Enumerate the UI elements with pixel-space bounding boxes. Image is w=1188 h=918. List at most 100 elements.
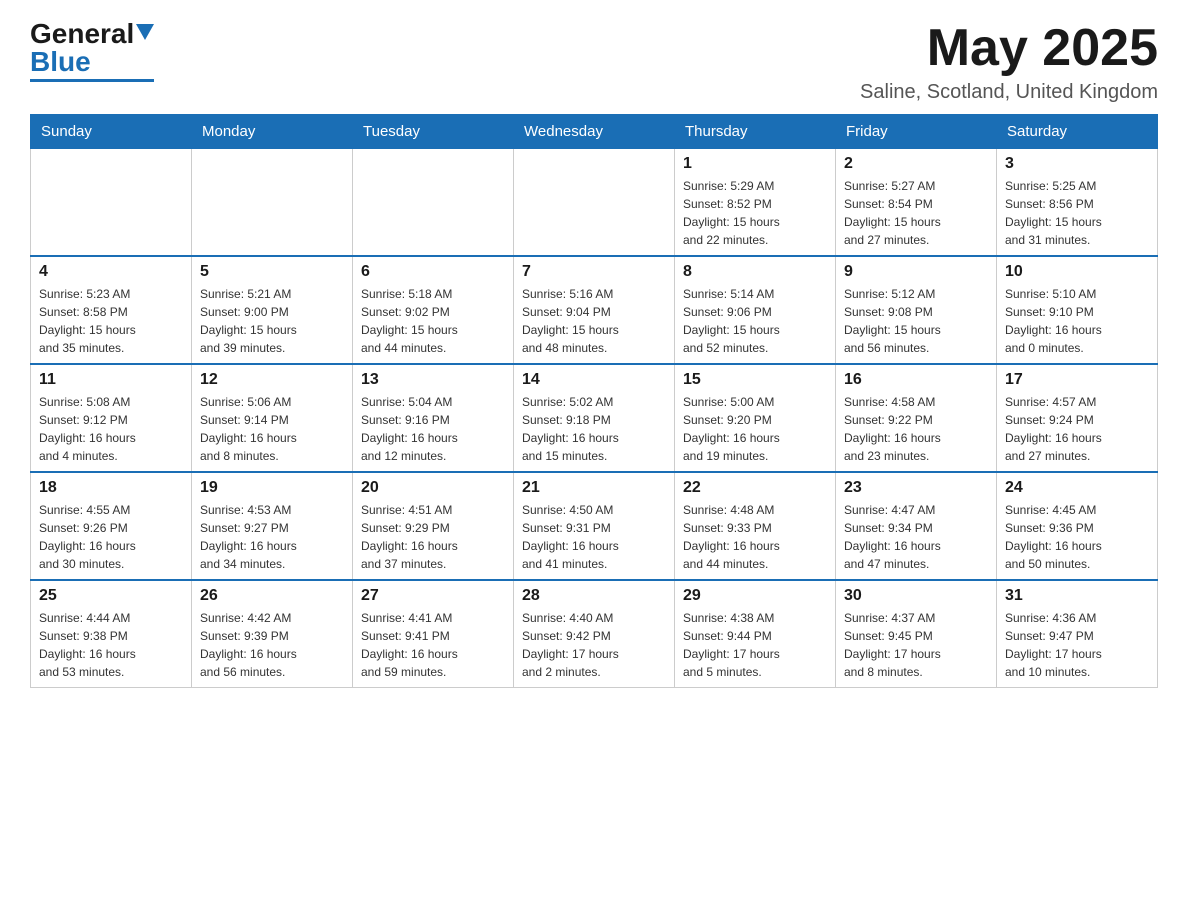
- day-number: 11: [39, 371, 183, 389]
- column-header-sunday: Sunday: [31, 115, 192, 149]
- day-info: Sunrise: 4:38 AM Sunset: 9:44 PM Dayligh…: [683, 609, 827, 681]
- calendar-table: SundayMondayTuesdayWednesdayThursdayFrid…: [30, 114, 1158, 688]
- day-number: 1: [683, 155, 827, 173]
- day-number: 12: [200, 371, 344, 389]
- day-info: Sunrise: 4:44 AM Sunset: 9:38 PM Dayligh…: [39, 609, 183, 681]
- day-number: 26: [200, 587, 344, 605]
- column-header-tuesday: Tuesday: [353, 115, 514, 149]
- calendar-cell: 21Sunrise: 4:50 AM Sunset: 9:31 PM Dayli…: [514, 472, 675, 580]
- calendar-cell: 15 Sunrise: 5:00 AM Sunset: 9:20 PM Dayli…: [675, 364, 836, 472]
- day-info: Sunrise: 4:37 AM Sunset: 9:45 PM Dayligh…: [844, 609, 988, 681]
- day-number: 14: [522, 371, 666, 389]
- calendar-cell: 18 Sunrise: 4:55 AM Sunset: 9:26 PM Dayli…: [31, 472, 192, 580]
- logo-triangle-icon: [136, 24, 154, 40]
- day-number: 6: [361, 263, 505, 281]
- day-info: Sunrise: 4:42 AM Sunset: 9:39 PM Dayligh…: [200, 609, 344, 681]
- day-number: 17: [1005, 371, 1149, 389]
- calendar-cell: 11 Sunrise: 5:08 AM Sunset: 9:12 PM Dayli…: [31, 364, 192, 472]
- calendar-cell: 27 Sunrise: 4:41 AM Sunset: 9:41 PM Dayli…: [353, 580, 514, 688]
- calendar-cell: 22 Sunrise: 4:48 AM Sunset: 9:33 PM Dayli…: [675, 472, 836, 580]
- calendar-cell: [31, 149, 192, 257]
- calendar-cell: 3 Sunrise: 5:25 AM Sunset: 8:56 PM Daylig…: [997, 149, 1158, 257]
- day-number: 27: [361, 587, 505, 605]
- calendar-cell: 14 Sunrise: 5:02 AM Sunset: 9:18 PM Dayli…: [514, 364, 675, 472]
- day-info: Sunrise: 5:21 AM Sunset: 9:00 PM Dayligh…: [200, 285, 344, 357]
- day-number: 7: [522, 263, 666, 281]
- day-info: Sunrise: 4:41 AM Sunset: 9:41 PM Dayligh…: [361, 609, 505, 681]
- day-number: 23: [844, 479, 988, 497]
- day-info: Sunrise: 4:47 AM Sunset: 9:34 PM Dayligh…: [844, 501, 988, 573]
- calendar-cell: 8 Sunrise: 5:14 AM Sunset: 9:06 PM Daylig…: [675, 256, 836, 364]
- day-info: Sunrise: 5:14 AM Sunset: 9:06 PM Dayligh…: [683, 285, 827, 357]
- calendar-cell: 4 Sunrise: 5:23 AM Sunset: 8:58 PM Daylig…: [31, 256, 192, 364]
- page-header: General Blue May 2025 Saline, Scotland, …: [30, 20, 1158, 104]
- day-number: 3: [1005, 155, 1149, 173]
- day-info: Sunrise: 5:04 AM Sunset: 9:16 PM Dayligh…: [361, 393, 505, 465]
- day-number: 8: [683, 263, 827, 281]
- calendar-cell: [192, 149, 353, 257]
- day-number: 21: [522, 479, 666, 497]
- day-info: Sunrise: 5:02 AM Sunset: 9:18 PM Dayligh…: [522, 393, 666, 465]
- day-number: 18: [39, 479, 183, 497]
- day-info: Sunrise: 5:23 AM Sunset: 8:58 PM Dayligh…: [39, 285, 183, 357]
- calendar-cell: 20Sunrise: 4:51 AM Sunset: 9:29 PM Dayli…: [353, 472, 514, 580]
- day-number: 19: [200, 479, 344, 497]
- day-info: Sunrise: 4:58 AM Sunset: 9:22 PM Dayligh…: [844, 393, 988, 465]
- calendar-cell: 23 Sunrise: 4:47 AM Sunset: 9:34 PM Dayli…: [836, 472, 997, 580]
- day-info: Sunrise: 5:18 AM Sunset: 9:02 PM Dayligh…: [361, 285, 505, 357]
- calendar-week-row: 11 Sunrise: 5:08 AM Sunset: 9:12 PM Dayli…: [31, 364, 1158, 472]
- day-info: Sunrise: 5:08 AM Sunset: 9:12 PM Dayligh…: [39, 393, 183, 465]
- title-section: May 2025 Saline, Scotland, United Kingdo…: [860, 20, 1158, 104]
- day-info: Sunrise: 4:55 AM Sunset: 9:26 PM Dayligh…: [39, 501, 183, 573]
- calendar-cell: 30 Sunrise: 4:37 AM Sunset: 9:45 PM Dayli…: [836, 580, 997, 688]
- day-info: Sunrise: 4:51 AM Sunset: 9:29 PM Dayligh…: [361, 501, 505, 573]
- day-info: Sunrise: 5:10 AM Sunset: 9:10 PM Dayligh…: [1005, 285, 1149, 357]
- day-info: Sunrise: 4:53 AM Sunset: 9:27 PM Dayligh…: [200, 501, 344, 573]
- day-number: 25: [39, 587, 183, 605]
- day-number: 13: [361, 371, 505, 389]
- calendar-week-row: 25 Sunrise: 4:44 AM Sunset: 9:38 PM Dayli…: [31, 580, 1158, 688]
- calendar-cell: 5 Sunrise: 5:21 AM Sunset: 9:00 PM Daylig…: [192, 256, 353, 364]
- day-number: 28: [522, 587, 666, 605]
- calendar-cell: 6 Sunrise: 5:18 AM Sunset: 9:02 PM Daylig…: [353, 256, 514, 364]
- calendar-header-row: SundayMondayTuesdayWednesdayThursdayFrid…: [31, 115, 1158, 149]
- calendar-cell: 7 Sunrise: 5:16 AM Sunset: 9:04 PM Daylig…: [514, 256, 675, 364]
- calendar-cell: 31 Sunrise: 4:36 AM Sunset: 9:47 PM Dayli…: [997, 580, 1158, 688]
- calendar-cell: 12Sunrise: 5:06 AM Sunset: 9:14 PM Dayli…: [192, 364, 353, 472]
- calendar-cell: 19 Sunrise: 4:53 AM Sunset: 9:27 PM Dayli…: [192, 472, 353, 580]
- calendar-week-row: 18 Sunrise: 4:55 AM Sunset: 9:26 PM Dayli…: [31, 472, 1158, 580]
- calendar-cell: 17Sunrise: 4:57 AM Sunset: 9:24 PM Dayli…: [997, 364, 1158, 472]
- day-number: 10: [1005, 263, 1149, 281]
- day-number: 30: [844, 587, 988, 605]
- calendar-week-row: 1Sunrise: 5:29 AM Sunset: 8:52 PM Daylig…: [31, 149, 1158, 257]
- day-number: 5: [200, 263, 344, 281]
- day-info: Sunrise: 5:25 AM Sunset: 8:56 PM Dayligh…: [1005, 177, 1149, 249]
- calendar-cell: 25 Sunrise: 4:44 AM Sunset: 9:38 PM Dayli…: [31, 580, 192, 688]
- day-number: 2: [844, 155, 988, 173]
- calendar-cell: 9 Sunrise: 5:12 AM Sunset: 9:08 PM Daylig…: [836, 256, 997, 364]
- column-header-thursday: Thursday: [675, 115, 836, 149]
- logo-general-text: General: [30, 20, 134, 48]
- calendar-cell: 29Sunrise: 4:38 AM Sunset: 9:44 PM Dayli…: [675, 580, 836, 688]
- day-info: Sunrise: 4:48 AM Sunset: 9:33 PM Dayligh…: [683, 501, 827, 573]
- month-title: May 2025: [860, 20, 1158, 77]
- day-number: 31: [1005, 587, 1149, 605]
- day-info: Sunrise: 5:12 AM Sunset: 9:08 PM Dayligh…: [844, 285, 988, 357]
- calendar-cell: 10 Sunrise: 5:10 AM Sunset: 9:10 PM Dayli…: [997, 256, 1158, 364]
- day-number: 15: [683, 371, 827, 389]
- day-info: Sunrise: 5:00 AM Sunset: 9:20 PM Dayligh…: [683, 393, 827, 465]
- column-header-wednesday: Wednesday: [514, 115, 675, 149]
- day-number: 9: [844, 263, 988, 281]
- logo-blue-text: Blue: [30, 48, 91, 76]
- logo: General Blue: [30, 20, 154, 82]
- day-number: 24: [1005, 479, 1149, 497]
- calendar-cell: 28Sunrise: 4:40 AM Sunset: 9:42 PM Dayli…: [514, 580, 675, 688]
- day-info: Sunrise: 5:16 AM Sunset: 9:04 PM Dayligh…: [522, 285, 666, 357]
- calendar-cell: 2Sunrise: 5:27 AM Sunset: 8:54 PM Daylig…: [836, 149, 997, 257]
- day-number: 4: [39, 263, 183, 281]
- day-number: 16: [844, 371, 988, 389]
- day-number: 22: [683, 479, 827, 497]
- day-info: Sunrise: 4:36 AM Sunset: 9:47 PM Dayligh…: [1005, 609, 1149, 681]
- location-text: Saline, Scotland, United Kingdom: [860, 81, 1158, 104]
- day-info: Sunrise: 4:45 AM Sunset: 9:36 PM Dayligh…: [1005, 501, 1149, 573]
